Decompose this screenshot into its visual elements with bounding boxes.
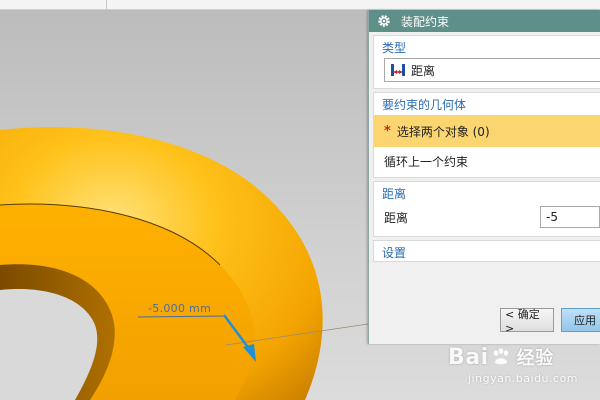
settings-section: 设置 <box>373 240 600 262</box>
distance-field-label: 距离 <box>384 210 409 225</box>
geometry-section-header[interactable]: 要约束的几何体 <box>374 93 600 115</box>
watermark-url: jingyan.baidu.com <box>468 372 579 385</box>
top-toolbar-strip <box>0 0 600 10</box>
gear-icon[interactable] <box>377 14 391 28</box>
select-objects-row[interactable]: * 选择两个对象 (0) <box>374 115 600 147</box>
watermark-brand: Bai 经验 <box>448 344 554 370</box>
paw-icon <box>493 348 508 365</box>
distance-section: 距离 距离 -5 <box>373 181 600 237</box>
apply-button[interactable]: 应用 <box>561 308 600 332</box>
dimension-label[interactable]: -5.000 mm <box>148 302 211 315</box>
type-section-header[interactable]: 类型 <box>374 36 600 58</box>
watermark-brand-right: 经验 <box>516 348 554 369</box>
constraint-type-value: 距离 <box>411 63 436 78</box>
baidu-jingyan-watermark: Bai 经验 jingyan.baidu.com <box>438 338 598 394</box>
dialog-button-bar: < 确定 > 应用 <box>373 308 600 336</box>
distance-input[interactable]: -5 <box>540 206 600 228</box>
dialog-title: 装配约束 <box>401 14 450 29</box>
distance-constraint-icon <box>391 64 405 76</box>
settings-section-header[interactable]: 设置 <box>374 241 600 263</box>
required-asterisk-icon: * <box>384 123 391 139</box>
assembly-constraint-dialog: 装配约束 类型 距离 要约束的几何体 * 选择两个对象 (0) 循环上一个约束 <box>368 10 600 344</box>
geometry-section: 要约束的几何体 * 选择两个对象 (0) 循环上一个约束 <box>373 92 600 178</box>
cycle-previous-constraint-row[interactable]: 循环上一个约束 <box>384 147 600 175</box>
type-section: 类型 距离 <box>373 35 600 89</box>
dialog-title-bar[interactable]: 装配约束 <box>369 10 600 32</box>
distance-section-header[interactable]: 距离 <box>374 182 600 204</box>
toolbar-divider <box>106 0 107 10</box>
ok-button[interactable]: < 确定 > <box>500 308 554 335</box>
select-objects-label: 选择两个对象 (0) <box>396 124 490 139</box>
watermark-brand-left: Bai <box>448 344 489 370</box>
constraint-type-select[interactable]: 距离 <box>384 58 600 82</box>
